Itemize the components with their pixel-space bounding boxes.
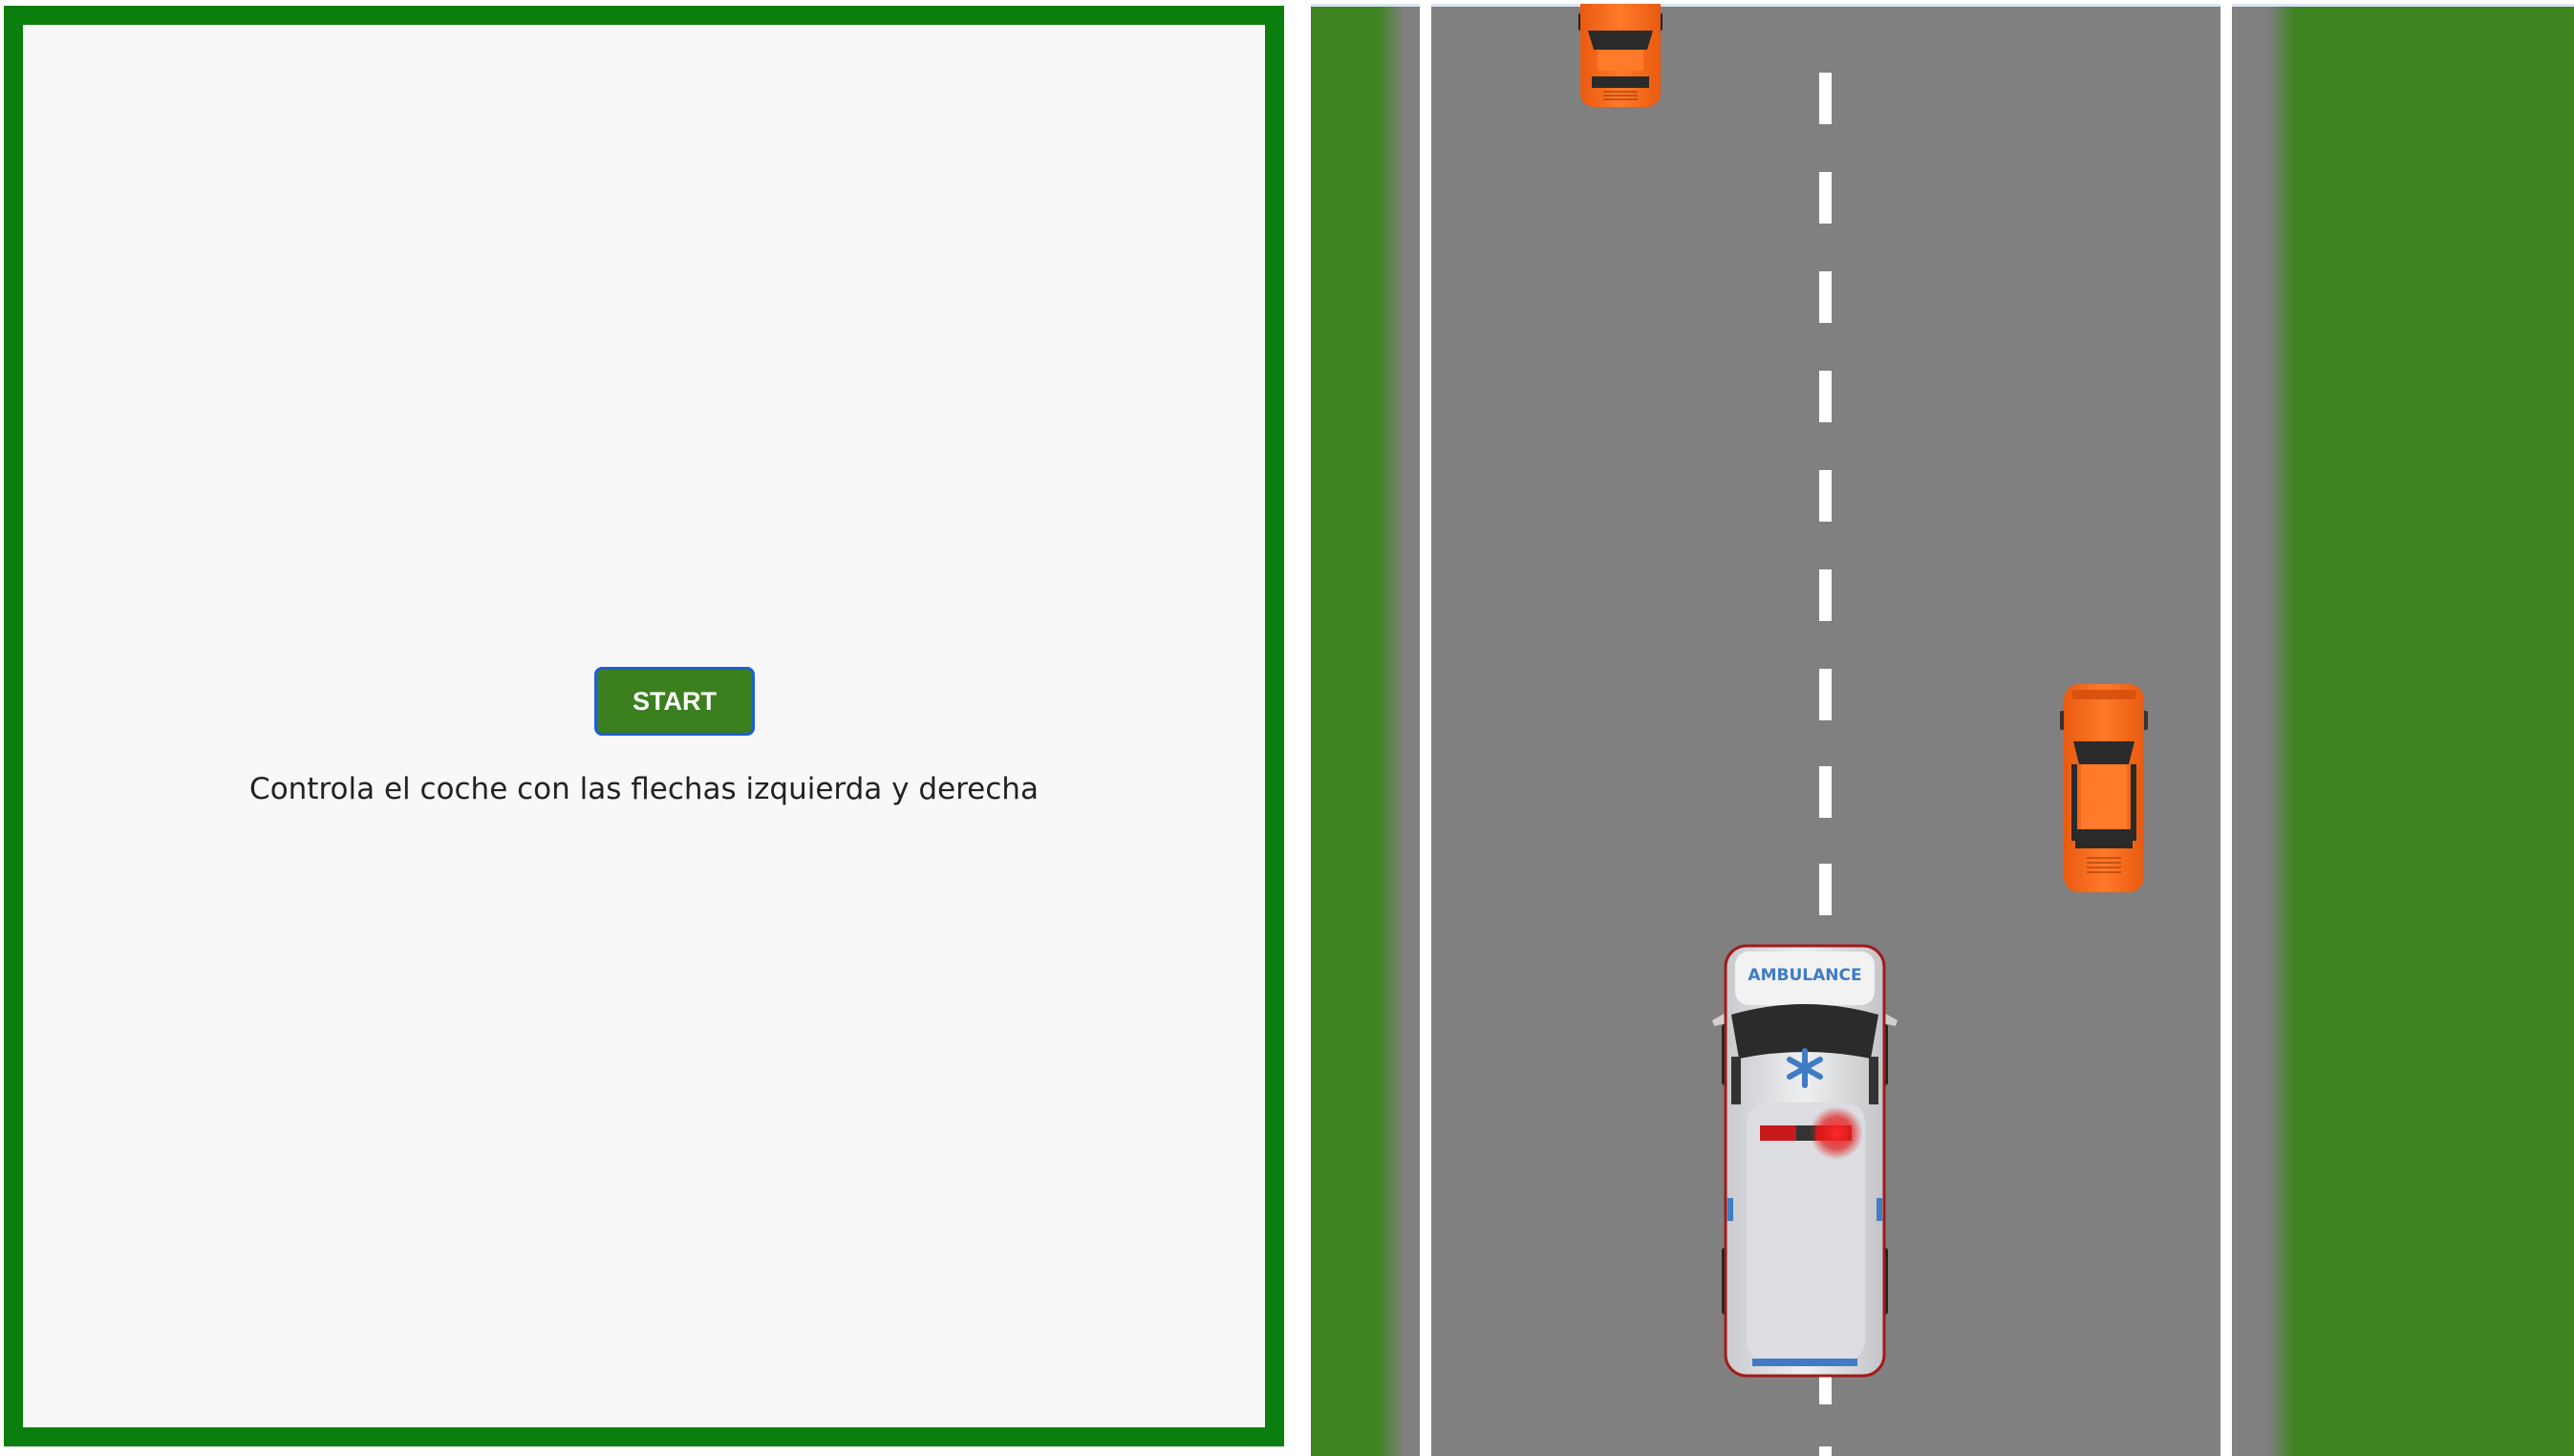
right-edge-line [2220, 4, 2232, 1456]
left-edge-line [1420, 4, 1431, 1456]
grass-right [2278, 4, 2574, 1456]
start-button[interactable]: START [594, 667, 755, 736]
orange-car-icon [2060, 684, 2148, 892]
ambulance-icon: AMBULANCE [1712, 944, 1898, 1378]
ambulance-label: AMBULANCE [1748, 966, 1861, 985]
orange-car-icon [1578, 4, 1662, 107]
app-root: START Controla el coche con las flechas … [0, 0, 2574, 1456]
instructions-text: Controla el coche con las flechas izquie… [249, 772, 1039, 806]
control-panel: START Controla el coche con las flechas … [4, 6, 1284, 1446]
game-canvas[interactable]: AMBULANCE [1311, 4, 2574, 1456]
